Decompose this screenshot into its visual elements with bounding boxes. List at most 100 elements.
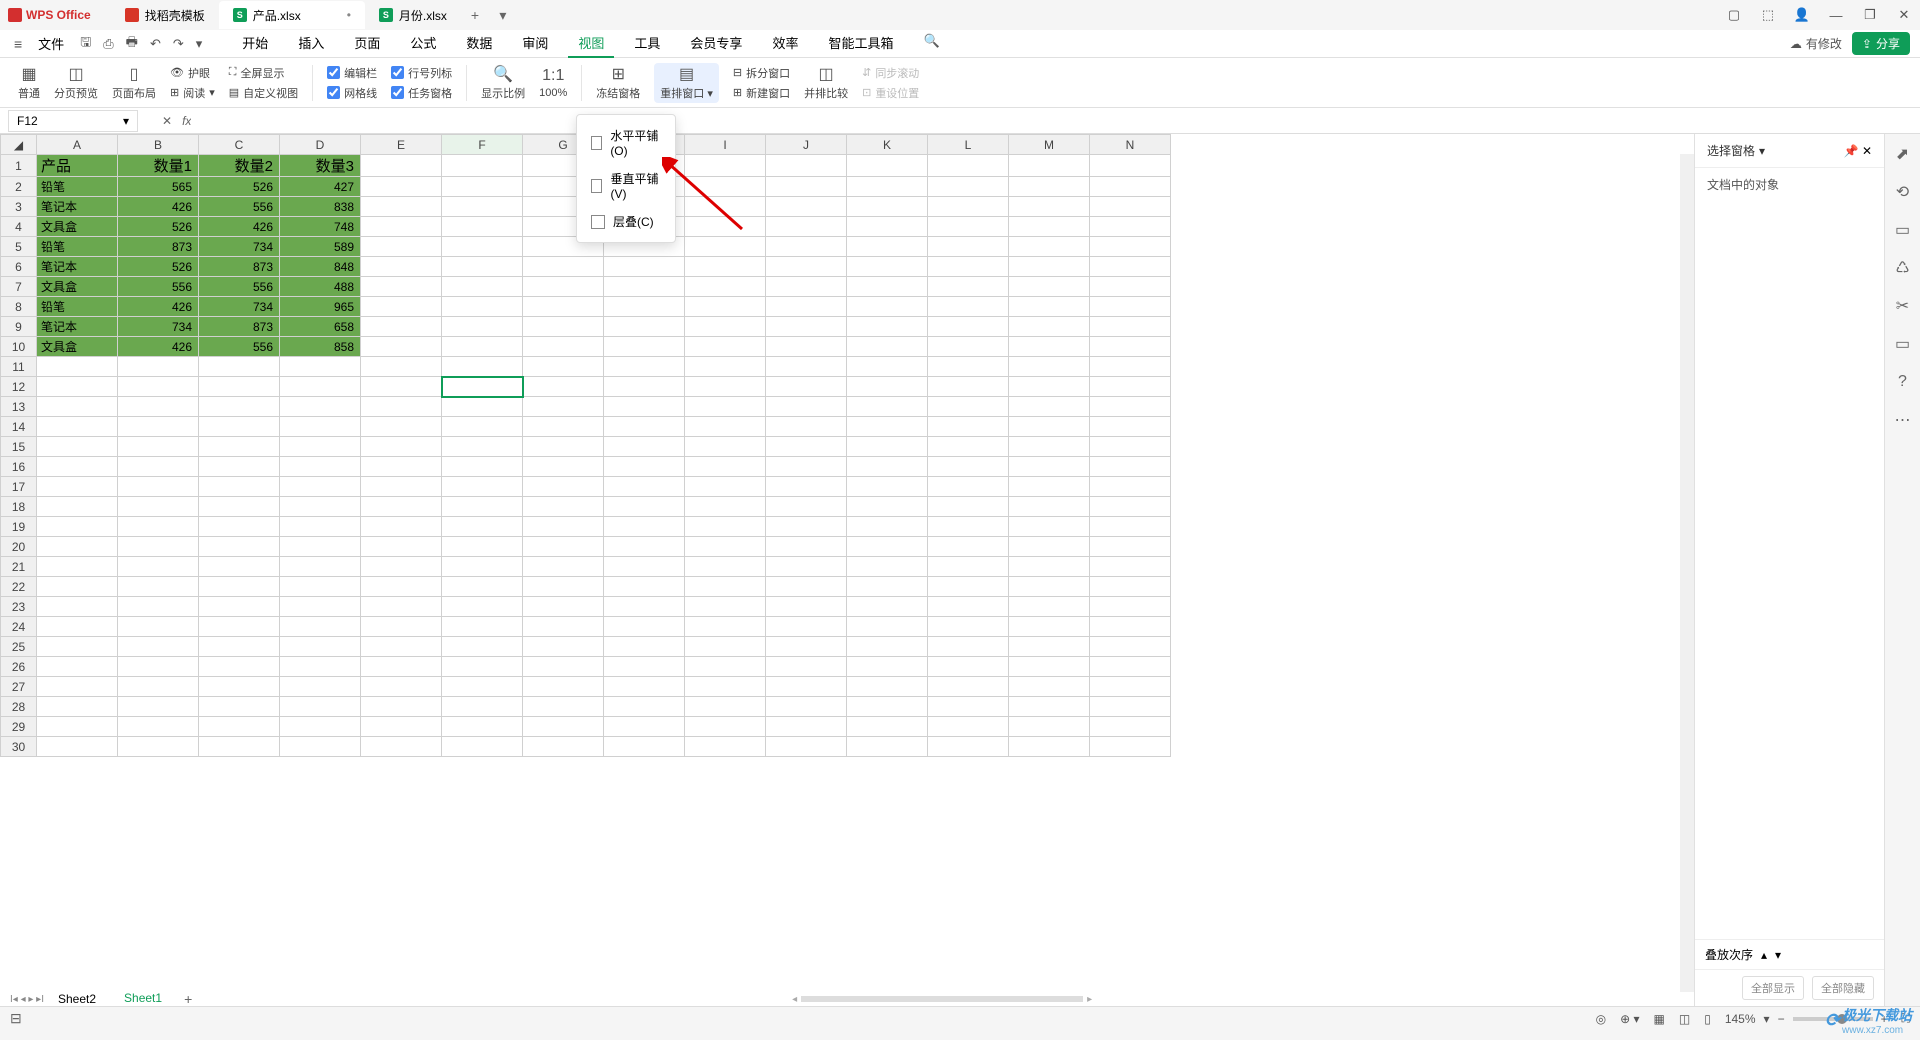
cell-K21[interactable] bbox=[847, 557, 928, 577]
cell-J12[interactable] bbox=[766, 377, 847, 397]
cell-G14[interactable] bbox=[523, 417, 604, 437]
cell-N29[interactable] bbox=[1090, 717, 1171, 737]
col-header-C[interactable]: C bbox=[199, 135, 280, 155]
cell-H17[interactable] bbox=[604, 477, 685, 497]
close-icon[interactable]: ✕ bbox=[1896, 7, 1912, 23]
dropdown-icon[interactable]: ▾ bbox=[192, 34, 207, 54]
cell-N28[interactable] bbox=[1090, 697, 1171, 717]
cell-I11[interactable] bbox=[685, 357, 766, 377]
cell-J16[interactable] bbox=[766, 457, 847, 477]
cell-I18[interactable] bbox=[685, 497, 766, 517]
row-header-11[interactable]: 11 bbox=[1, 357, 37, 377]
cell-L2[interactable] bbox=[928, 177, 1009, 197]
cell-B8[interactable]: 426 bbox=[118, 297, 199, 317]
compare-side[interactable]: ◫并排比较 bbox=[804, 65, 848, 101]
cell-B4[interactable]: 526 bbox=[118, 217, 199, 237]
cell-L6[interactable] bbox=[928, 257, 1009, 277]
cell-M3[interactable] bbox=[1009, 197, 1090, 217]
cell-F13[interactable] bbox=[442, 397, 523, 417]
cell-L11[interactable] bbox=[928, 357, 1009, 377]
pin-icon[interactable]: 📌 bbox=[1844, 144, 1859, 158]
cell-M2[interactable] bbox=[1009, 177, 1090, 197]
cell-E30[interactable] bbox=[361, 737, 442, 757]
cell-I20[interactable] bbox=[685, 537, 766, 557]
hamburger-icon[interactable]: ≡ bbox=[10, 34, 26, 54]
modify-badge[interactable]: ☁ 有修改 bbox=[1790, 35, 1842, 52]
cell-C14[interactable] bbox=[199, 417, 280, 437]
cell-B11[interactable] bbox=[118, 357, 199, 377]
cell-M30[interactable] bbox=[1009, 737, 1090, 757]
col-header-B[interactable]: B bbox=[118, 135, 199, 155]
cell-E1[interactable] bbox=[361, 155, 442, 177]
cell-G25[interactable] bbox=[523, 637, 604, 657]
cell-B23[interactable] bbox=[118, 597, 199, 617]
cell-C15[interactable] bbox=[199, 437, 280, 457]
cell-K16[interactable] bbox=[847, 457, 928, 477]
cell-B13[interactable] bbox=[118, 397, 199, 417]
minimize-icon[interactable]: — bbox=[1828, 7, 1844, 23]
cell-F19[interactable] bbox=[442, 517, 523, 537]
tab-review[interactable]: 审阅 bbox=[512, 29, 558, 58]
cell-B9[interactable]: 734 bbox=[118, 317, 199, 337]
cell-C18[interactable] bbox=[199, 497, 280, 517]
cell-E18[interactable] bbox=[361, 497, 442, 517]
cell-N17[interactable] bbox=[1090, 477, 1171, 497]
cell-N5[interactable] bbox=[1090, 237, 1171, 257]
save-icon[interactable]: 🖫 bbox=[76, 31, 95, 57]
cell-D17[interactable] bbox=[280, 477, 361, 497]
cell-N11[interactable] bbox=[1090, 357, 1171, 377]
cell-L7[interactable] bbox=[928, 277, 1009, 297]
cell-M19[interactable] bbox=[1009, 517, 1090, 537]
cell-K2[interactable] bbox=[847, 177, 928, 197]
cell-G15[interactable] bbox=[523, 437, 604, 457]
cell-M1[interactable] bbox=[1009, 155, 1090, 177]
cell-I5[interactable] bbox=[685, 237, 766, 257]
cell-C10[interactable]: 556 bbox=[199, 337, 280, 357]
zoom-out[interactable]: − bbox=[1778, 1012, 1785, 1026]
cell-K9[interactable] bbox=[847, 317, 928, 337]
cell-J9[interactable] bbox=[766, 317, 847, 337]
cell-I15[interactable] bbox=[685, 437, 766, 457]
cell-H11[interactable] bbox=[604, 357, 685, 377]
cell-K23[interactable] bbox=[847, 597, 928, 617]
show-all-button[interactable]: 全部显示 bbox=[1742, 976, 1804, 1000]
cell-F12[interactable] bbox=[442, 377, 523, 397]
cell-M23[interactable] bbox=[1009, 597, 1090, 617]
cell-G28[interactable] bbox=[523, 697, 604, 717]
cell-A12[interactable] bbox=[37, 377, 118, 397]
sheet-hscroll[interactable]: ◂ ▸ bbox=[792, 995, 1092, 1003]
cell-D27[interactable] bbox=[280, 677, 361, 697]
cell-B25[interactable] bbox=[118, 637, 199, 657]
cell-L9[interactable] bbox=[928, 317, 1009, 337]
cell-H14[interactable] bbox=[604, 417, 685, 437]
cell-B21[interactable] bbox=[118, 557, 199, 577]
cell-J1[interactable] bbox=[766, 155, 847, 177]
cell-J10[interactable] bbox=[766, 337, 847, 357]
cell-I29[interactable] bbox=[685, 717, 766, 737]
cell-J14[interactable] bbox=[766, 417, 847, 437]
cell-B30[interactable] bbox=[118, 737, 199, 757]
cell-F7[interactable] bbox=[442, 277, 523, 297]
arrange-windows[interactable]: ▤重排窗口 ▾ bbox=[654, 63, 719, 103]
status-target-icon[interactable]: ⊕ ▾ bbox=[1620, 1012, 1639, 1026]
cell-M27[interactable] bbox=[1009, 677, 1090, 697]
cell-B27[interactable] bbox=[118, 677, 199, 697]
cell-D22[interactable] bbox=[280, 577, 361, 597]
cell-I24[interactable] bbox=[685, 617, 766, 637]
cell-K10[interactable] bbox=[847, 337, 928, 357]
cell-D24[interactable] bbox=[280, 617, 361, 637]
view-page-break[interactable]: ◫分页预览 bbox=[54, 65, 98, 101]
cell-H28[interactable] bbox=[604, 697, 685, 717]
cell-J17[interactable] bbox=[766, 477, 847, 497]
search-icon[interactable]: 🔍 bbox=[913, 29, 949, 58]
cell-M9[interactable] bbox=[1009, 317, 1090, 337]
cell-E11[interactable] bbox=[361, 357, 442, 377]
cell-B3[interactable]: 426 bbox=[118, 197, 199, 217]
cell-E9[interactable] bbox=[361, 317, 442, 337]
cell-D4[interactable]: 748 bbox=[280, 217, 361, 237]
cell-A17[interactable] bbox=[37, 477, 118, 497]
cell-L23[interactable] bbox=[928, 597, 1009, 617]
row-header-18[interactable]: 18 bbox=[1, 497, 37, 517]
cell-J29[interactable] bbox=[766, 717, 847, 737]
cell-M20[interactable] bbox=[1009, 537, 1090, 557]
